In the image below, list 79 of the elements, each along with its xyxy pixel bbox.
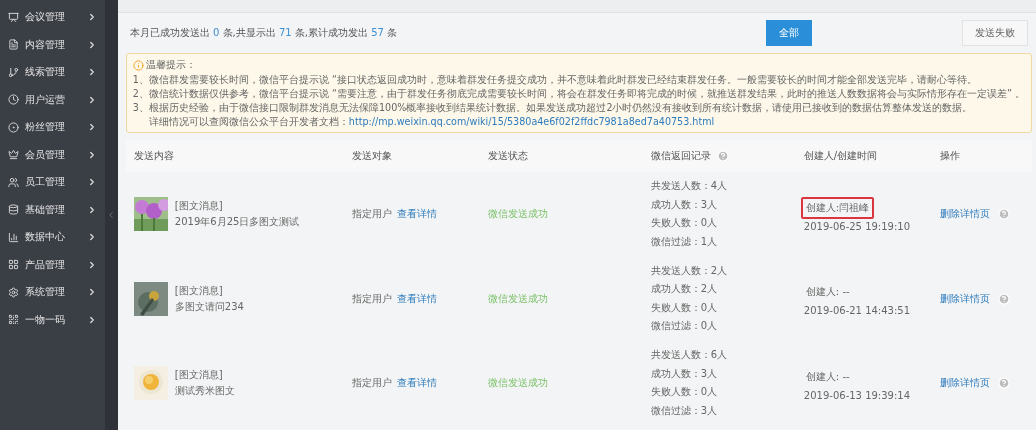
sidebar-item[interactable]: 产品管理 bbox=[0, 255, 105, 274]
record-text: 成功人数：2人 bbox=[650, 282, 719, 297]
view-details-link[interactable]: 查看详情 bbox=[396, 376, 437, 391]
sidebar-item[interactable]: 基础管理 bbox=[0, 200, 105, 219]
created-time: 2019-06-21 14:43:51 bbox=[803, 305, 912, 317]
column-header: 操作 bbox=[939, 149, 960, 163]
message-type: [图文消息] bbox=[174, 368, 224, 383]
creator-text: 创建人: -- bbox=[804, 285, 851, 300]
creator-text: 创建人:闫祖峰 bbox=[800, 196, 875, 219]
clock-icon bbox=[8, 94, 19, 106]
column-header: 创建人/创建时间 bbox=[803, 149, 878, 163]
sidebar-item[interactable]: 线索管理 bbox=[0, 63, 105, 82]
sidebar-item[interactable]: 会议管理 bbox=[0, 8, 105, 27]
column-header: 发送对象 bbox=[351, 149, 392, 163]
column-header: 微信返回记录 bbox=[650, 149, 711, 163]
notice-text: 详细情况可以查阅微信公众平台开发者文档： bbox=[148, 115, 349, 128]
help-icon[interactable] bbox=[997, 208, 1010, 221]
target-icon bbox=[8, 121, 19, 133]
record-text: 微信过滤：3人 bbox=[650, 403, 719, 418]
crown-icon bbox=[8, 149, 19, 161]
help-icon[interactable] bbox=[997, 377, 1010, 390]
sidebar-item[interactable]: 员工管理 bbox=[0, 173, 105, 192]
column-header: 发送内容 bbox=[133, 149, 174, 163]
sidebar-item[interactable]: 会员管理 bbox=[0, 145, 105, 164]
help-icon[interactable] bbox=[716, 150, 729, 162]
sidebar-item[interactable]: 数据中心 bbox=[0, 228, 105, 247]
status-text: 微信发送成功 bbox=[487, 291, 549, 306]
record-text: 成功人数：3人 bbox=[650, 197, 719, 212]
branch-icon bbox=[8, 66, 19, 78]
bar-chart-icon bbox=[8, 231, 19, 243]
view-details-link[interactable]: 查看详情 bbox=[396, 291, 437, 306]
record-text: 失败人数：0人 bbox=[650, 216, 719, 231]
notice-title: 温馨提示： bbox=[145, 58, 196, 72]
record-text: 失败人数：0人 bbox=[650, 300, 719, 315]
help-icon[interactable] bbox=[997, 292, 1010, 305]
column-header: 发送状态 bbox=[487, 149, 528, 163]
message-title: 测试秀米图文 bbox=[174, 384, 235, 399]
record-text: 成功人数：3人 bbox=[650, 366, 719, 381]
creator-text: 创建人: -- bbox=[804, 369, 851, 384]
delete-detail-link[interactable]: 删除详情页 bbox=[939, 291, 990, 306]
target-text: 指定用户 bbox=[351, 291, 392, 306]
created-time: 2019-06-25 19:19:10 bbox=[803, 220, 912, 232]
doc-link[interactable]: http://mp.weixin.qq.com/wiki/15/5380a4e6f02f2ffdc7981a8ed7a40753.html bbox=[348, 115, 715, 128]
message-type: [图文消息] bbox=[174, 283, 224, 298]
sidebar-item[interactable]: 一物一码 bbox=[0, 310, 105, 329]
target-text: 指定用户 bbox=[351, 376, 392, 391]
sidebar-item[interactable]: 内容管理 bbox=[0, 35, 105, 54]
people-icon bbox=[8, 176, 19, 188]
record-text: 共发送人数：4人 bbox=[650, 179, 729, 194]
record-text: 失败人数：0人 bbox=[650, 385, 719, 400]
document-icon bbox=[8, 39, 19, 51]
sidebar-item[interactable]: 用户运营 bbox=[0, 90, 105, 109]
delete-detail-link[interactable]: 删除详情页 bbox=[939, 207, 990, 222]
grid-icon bbox=[8, 259, 19, 271]
database-icon bbox=[8, 204, 19, 216]
sidebar-item[interactable]: 粉丝管理 bbox=[0, 118, 105, 137]
record-text: 共发送人数：2人 bbox=[650, 263, 729, 278]
record-text: 共发送人数：6人 bbox=[650, 348, 729, 363]
message-title: 多图文请问234 bbox=[174, 299, 244, 314]
info-icon bbox=[132, 59, 144, 71]
sidebar-item[interactable]: 系统管理 bbox=[0, 283, 105, 302]
notice-text: 2、微信统计数据仅供参考，微信平台提示说 “需要注意，由于群发任务彻底完成需要较长时间，将会在群发任务即将完成的时候，就推送群发结果，此时的推送人数数据将会与实际情形存在一定误差” 。 bbox=[132, 87, 1025, 100]
record-text: 微信过滤：0人 bbox=[650, 319, 719, 334]
status-text: 微信发送成功 bbox=[487, 376, 549, 391]
created-time: 2019-06-13 19:39:14 bbox=[803, 389, 912, 401]
message-type: [图文消息] bbox=[174, 199, 224, 214]
target-text: 指定用户 bbox=[351, 207, 392, 222]
message-title: 2019年6月25日多图文测试 bbox=[174, 215, 300, 230]
notice-text: 3、根据历史经验，由于微信接口限制群发消息无法保障100%概率接收到结果统计数据。如果发送成功超过2小时仍然没有接收到所有统计数据，请使用已接收到的数据估算整体发送的数据。 bbox=[132, 101, 974, 114]
notice-text: 1、微信群发需要较长时间，微信平台提示说 “接口状态返回成功时，意味着群发任务提交成功，并不意味着此时群发已经结束群发任务。一般需要较长的时间才能全部发送完毕，请耐心等待。 bbox=[132, 73, 978, 86]
status-text: 微信发送成功 bbox=[487, 207, 549, 222]
qr-code-icon bbox=[8, 314, 19, 326]
view-details-link[interactable]: 查看详情 bbox=[396, 207, 437, 222]
record-text: 微信过滤：1人 bbox=[650, 234, 719, 249]
filter-button[interactable]: 发送失败 bbox=[962, 20, 1028, 46]
presentation-icon bbox=[8, 11, 19, 23]
settings-icon bbox=[8, 286, 19, 298]
delete-detail-link[interactable]: 删除详情页 bbox=[939, 376, 990, 391]
summary-text: 本月已成功发送出 0 条,共显示出 71 条,累计成功发出 57 条 bbox=[129, 26, 398, 40]
